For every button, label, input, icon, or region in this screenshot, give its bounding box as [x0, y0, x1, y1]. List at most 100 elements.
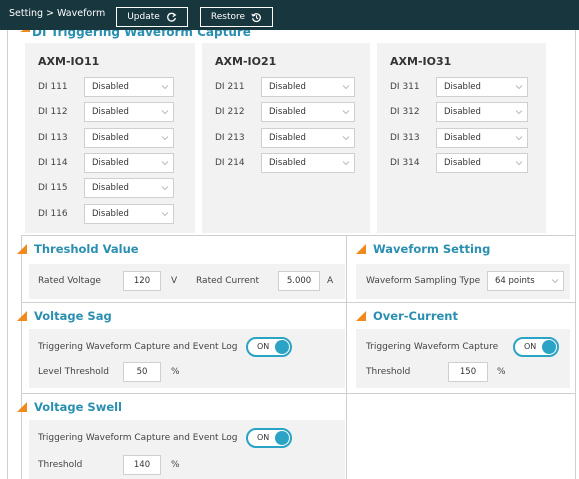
rated-current-unit: A — [327, 276, 334, 286]
divider — [21, 393, 576, 394]
swell-trigger-toggle[interactable]: ON — [246, 428, 292, 448]
di-label: DI 312 — [390, 107, 420, 117]
di-label: DI 213 — [215, 133, 245, 143]
module-title: AXM-IO31 — [390, 55, 452, 68]
history-icon — [251, 12, 261, 22]
di-select[interactable]: Disabled — [84, 77, 174, 97]
select-value: Disabled — [444, 133, 481, 143]
rated-voltage-unit: V — [171, 276, 178, 286]
di-label: DI 212 — [215, 107, 245, 117]
section-triangle-icon — [356, 311, 366, 321]
select-value: Disabled — [444, 158, 481, 168]
sag-trigger-toggle[interactable]: ON — [246, 337, 292, 357]
module-axm-io11: AXM-IO11 DI 111 Disabled DI 112 Disabled D… — [25, 43, 195, 233]
di-label: DI 112 — [38, 107, 68, 117]
di-row: DI 113 Disabled — [38, 128, 174, 148]
oc-trigger-toggle[interactable]: ON — [513, 337, 559, 357]
select-value: Disabled — [269, 158, 306, 168]
section-triangle-icon — [17, 311, 27, 321]
select-value: Disabled — [92, 209, 129, 219]
sag-level-input[interactable]: 50 — [123, 362, 161, 382]
di-select[interactable]: Disabled — [84, 102, 174, 122]
di-row: DI 112 Disabled — [38, 102, 174, 122]
sag-level-label: Level Threshold — [38, 367, 109, 377]
rated-current-input[interactable]: 5.000 — [278, 271, 320, 291]
di-select[interactable]: Disabled — [436, 77, 528, 97]
di-row: DI 213 Disabled — [215, 128, 355, 148]
update-button[interactable]: Update — [116, 7, 188, 27]
oc-trigger-label: Triggering Waveform Capture — [366, 342, 499, 352]
di-select[interactable]: Disabled — [436, 102, 528, 122]
select-value: Disabled — [92, 133, 129, 143]
di-label: DI 111 — [38, 82, 68, 92]
di-select[interactable]: Disabled — [84, 204, 174, 224]
swell-threshold-label: Threshold — [38, 460, 83, 470]
select-value: Disabled — [92, 82, 129, 92]
sampling-type-select[interactable]: 64 points — [487, 271, 564, 291]
select-value: Disabled — [92, 107, 129, 117]
di-label: DI 214 — [215, 158, 245, 168]
breadcrumb-overlay: Setting > Waveform — [9, 8, 106, 19]
swell-threshold-unit: % — [171, 460, 180, 470]
section-triangle-icon — [17, 402, 27, 412]
chevron-down-icon — [161, 110, 169, 115]
di-row: DI 214 Disabled — [215, 153, 355, 173]
select-value: Disabled — [444, 107, 481, 117]
di-row: DI 312 Disabled — [390, 102, 528, 122]
oc-threshold-input[interactable]: 150 — [448, 362, 488, 382]
di-row: DI 114 Disabled — [38, 153, 174, 173]
toggle-knob — [275, 340, 289, 354]
toggle-knob — [542, 340, 556, 354]
swell-trigger-label: Triggering Waveform Capture and Event Lo… — [38, 433, 238, 443]
select-value: Disabled — [92, 183, 129, 193]
select-value: Disabled — [269, 82, 306, 92]
di-select[interactable]: Disabled — [84, 153, 174, 173]
di-row: DI 116 Disabled — [38, 204, 174, 224]
di-select[interactable]: Disabled — [436, 153, 528, 173]
divider — [21, 235, 576, 236]
chevron-down-icon — [551, 279, 559, 284]
chevron-down-icon — [161, 212, 169, 217]
di-row: DI 212 Disabled — [215, 102, 355, 122]
over-current-panel: Triggering Waveform Capture ON Threshold… — [356, 329, 570, 388]
chevron-down-icon — [161, 161, 169, 166]
rated-current-label: Rated Current — [196, 276, 260, 286]
chevron-down-icon — [515, 85, 523, 90]
di-select[interactable]: Disabled — [261, 102, 355, 122]
di-select[interactable]: Disabled — [261, 128, 355, 148]
di-select[interactable]: Disabled — [84, 178, 174, 198]
di-row: DI 311 Disabled — [390, 77, 528, 97]
over-current-title: Over-Current — [373, 309, 458, 323]
toggle-knob — [275, 431, 289, 445]
di-label: DI 311 — [390, 82, 420, 92]
chevron-down-icon — [342, 161, 350, 166]
select-value: Disabled — [444, 82, 481, 92]
chevron-down-icon — [342, 136, 350, 141]
di-select[interactable]: Disabled — [436, 128, 528, 148]
toggle-label: ON — [257, 433, 270, 442]
waveform-setting-title: Waveform Setting — [373, 242, 491, 256]
chevron-down-icon — [515, 136, 523, 141]
di-select[interactable]: Disabled — [84, 128, 174, 148]
sag-trigger-label: Triggering Waveform Capture and Event Lo… — [38, 342, 238, 352]
chevron-down-icon — [161, 136, 169, 141]
chevron-down-icon — [161, 85, 169, 90]
di-select[interactable]: Disabled — [261, 153, 355, 173]
module-axm-io31: AXM-IO31 DI 311 Disabled DI 312 Disabled D… — [377, 43, 546, 233]
chevron-down-icon — [515, 161, 523, 166]
di-label: DI 313 — [390, 133, 420, 143]
di-select[interactable]: Disabled — [261, 77, 355, 97]
voltage-swell-panel: Triggering Waveform Capture and Event Lo… — [29, 420, 345, 479]
threshold-value-title: Threshold Value — [34, 242, 139, 256]
divider — [21, 302, 576, 303]
di-label: DI 115 — [38, 183, 68, 193]
voltage-sag-title: Voltage Sag — [34, 309, 112, 323]
module-title: AXM-IO11 — [38, 55, 100, 68]
restore-button[interactable]: Restore — [200, 7, 273, 27]
toggle-label: ON — [524, 342, 537, 351]
oc-threshold-unit: % — [497, 367, 506, 377]
rated-voltage-input[interactable]: 120 — [123, 271, 161, 291]
swell-threshold-input[interactable]: 140 — [123, 455, 161, 475]
chevron-down-icon — [515, 110, 523, 115]
select-value: Disabled — [269, 107, 306, 117]
